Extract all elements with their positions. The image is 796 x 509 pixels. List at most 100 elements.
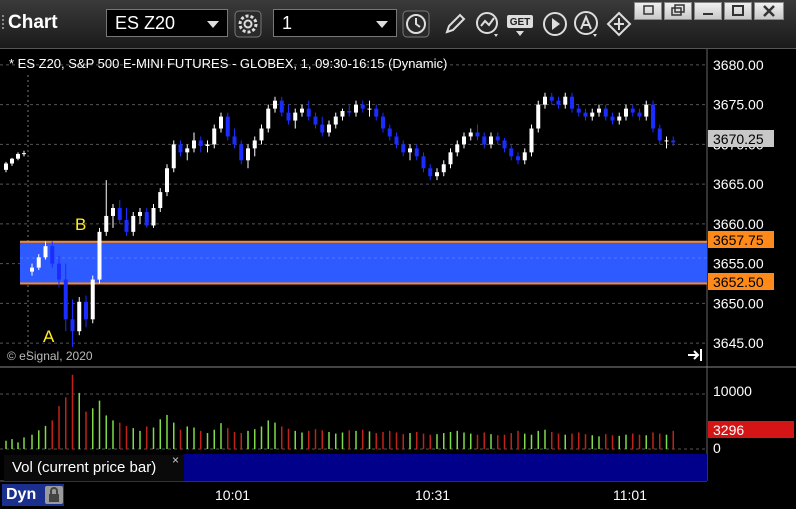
lock-icon[interactable]: [45, 486, 63, 504]
candle-body: [455, 144, 460, 153]
candle-body: [205, 144, 210, 146]
candle-body: [246, 148, 250, 161]
candle-body: [563, 96, 568, 105]
time-tick-1031: 10:31: [415, 487, 450, 503]
clock-icon[interactable]: [402, 10, 430, 38]
candle-body: [151, 208, 156, 226]
volume-bars: [5, 374, 674, 449]
chart-toolbar: Chart ES Z20 1 GET: [0, 0, 796, 49]
candle-body: [300, 108, 304, 113]
candle-body: [401, 144, 406, 153]
get-data-icon[interactable]: GET: [506, 10, 536, 38]
candle-body: [22, 153, 26, 155]
candle-body: [448, 152, 453, 165]
link-arrows-icon[interactable]: [605, 10, 633, 38]
minimize-window-button[interactable]: [694, 2, 722, 20]
candle: [77, 297, 82, 336]
candle-body: [198, 140, 203, 146]
price-tick-label: 3645.00: [713, 335, 764, 351]
candle-body: [333, 116, 338, 125]
candle: [90, 275, 95, 324]
candle: [97, 227, 102, 284]
price-tick-label: 3680.00: [713, 57, 764, 73]
study-icon[interactable]: [474, 10, 502, 38]
candle: [529, 124, 534, 157]
time-tick-1001: 10:01: [215, 487, 250, 503]
volume-tick-0: 0: [713, 440, 721, 456]
chart-canvas[interactable]: * ES Z20, S&P 500 E-MINI FUTURES - GLOBE…: [0, 49, 796, 508]
candle-body: [421, 156, 426, 169]
candle-body: [239, 144, 244, 161]
candle-body: [387, 128, 392, 137]
candle-body: [104, 215, 109, 232]
candle: [165, 164, 169, 197]
candle-body: [570, 96, 574, 109]
copyright-label: © eSignal, 2020: [7, 349, 93, 363]
dynamic-mode-badge[interactable]: Dyn: [2, 484, 64, 506]
candle-body: [340, 111, 345, 117]
close-study-icon[interactable]: ×: [172, 453, 179, 467]
candle: [171, 140, 176, 173]
candle-body: [252, 140, 257, 149]
candle-body: [30, 267, 34, 272]
candle-body: [610, 116, 615, 121]
interval-select[interactable]: 1: [273, 9, 397, 37]
candle-body: [556, 100, 561, 105]
window-title: Chart: [8, 12, 58, 33]
maximize-window-button[interactable]: [724, 2, 752, 20]
candle-body: [644, 104, 649, 117]
candle-body: [475, 132, 480, 137]
time-tick-1101: 11:01: [613, 487, 647, 503]
candle-body: [657, 128, 662, 141]
candle-body: [63, 279, 68, 320]
candle-body: [266, 108, 271, 129]
candle-body: [97, 231, 102, 280]
pencil-icon[interactable]: [441, 10, 469, 38]
candle-body: [522, 152, 527, 161]
candle-body: [279, 100, 284, 113]
candle-body: [549, 96, 554, 101]
marker-a: A: [43, 327, 55, 346]
candle-body: [354, 104, 358, 113]
candle-body: [10, 158, 14, 164]
marker-b: B: [75, 215, 86, 234]
candle-body: [414, 148, 419, 157]
symbol-select[interactable]: ES Z20: [106, 9, 228, 37]
settings-gear-icon[interactable]: [234, 10, 262, 38]
candle-body: [138, 211, 142, 216]
restore-window-button[interactable]: [634, 2, 662, 20]
candle-body: [273, 100, 277, 109]
dynamic-mode-label: Dyn: [6, 486, 37, 503]
volume-study-label[interactable]: Vol (current price bar) ×: [4, 453, 184, 481]
candle-body: [320, 124, 325, 133]
symbol-value: ES Z20: [115, 13, 176, 33]
play-icon[interactable]: [541, 10, 569, 38]
price-zone[interactable]: [20, 241, 707, 284]
price-tick-label: 3665.00: [713, 176, 764, 192]
candle-body: [367, 108, 372, 110]
candle-body: [212, 128, 217, 145]
candle-body: [144, 211, 149, 226]
candle-body: [489, 136, 493, 145]
candle-body: [435, 172, 439, 177]
cascade-window-button[interactable]: [664, 2, 692, 20]
zone-top-label: 3657.75: [713, 232, 764, 248]
candle-body: [16, 153, 20, 159]
candle-body: [90, 279, 95, 320]
alert-a-icon[interactable]: [573, 10, 601, 38]
candle-body: [178, 144, 183, 153]
chevron-down-icon: [376, 21, 388, 28]
close-window-button[interactable]: [754, 2, 784, 20]
candle-body: [111, 208, 115, 216]
candle-body: [603, 108, 608, 117]
volume-legend-bar: [184, 454, 707, 481]
candle-body: [597, 108, 601, 113]
candle-body: [529, 128, 534, 153]
candle-body: [293, 112, 298, 121]
volume-tick-10000: 10000: [713, 383, 752, 399]
candle-body: [171, 144, 176, 169]
candle-body: [70, 319, 75, 332]
candle-body: [43, 246, 48, 258]
candle-body: [617, 116, 622, 121]
candle-body: [36, 257, 41, 268]
